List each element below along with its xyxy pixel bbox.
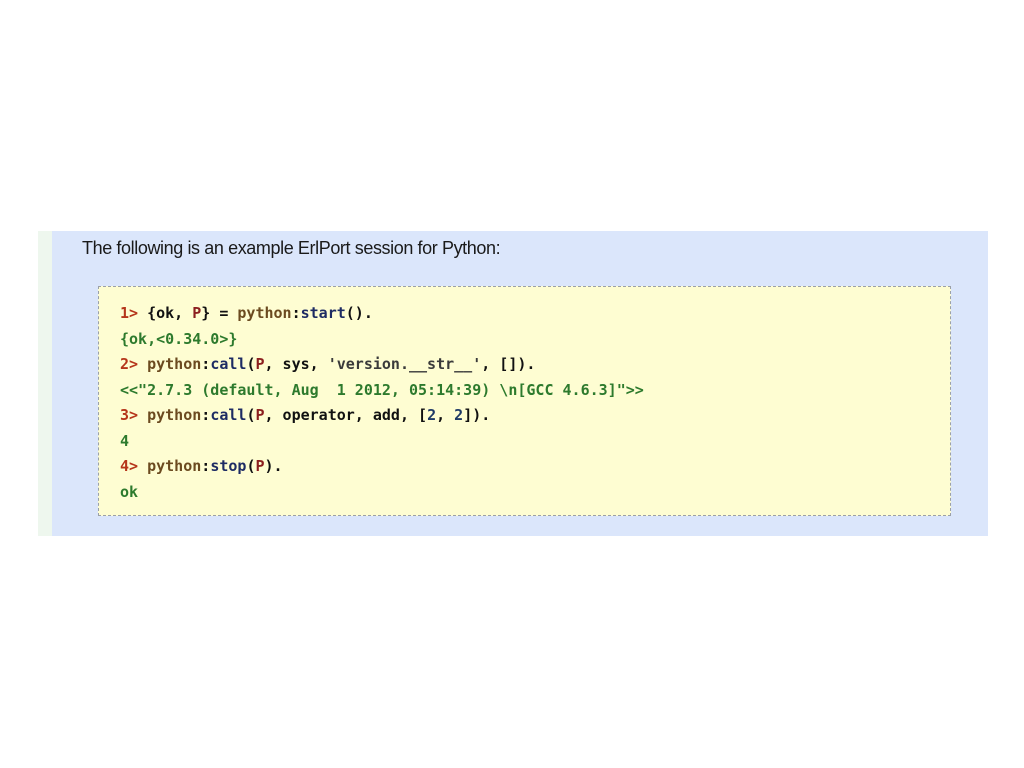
code-token: (). xyxy=(345,304,373,322)
code-token: , []). xyxy=(481,355,536,373)
code-block: 1> {ok, P} = python:start(). {ok,<0.34.0… xyxy=(98,286,951,516)
code-line-4: 4> python:stop(P). xyxy=(120,457,283,475)
code-line-2: 2> python:call(P, sys, 'version.__str__'… xyxy=(120,355,535,373)
code-token: python xyxy=(147,457,202,475)
code-token: , sys, xyxy=(264,355,328,373)
code-token: start xyxy=(300,304,346,322)
code-token: call xyxy=(210,355,247,373)
panel-left-edge xyxy=(38,231,52,536)
prompt: 3> xyxy=(120,406,139,424)
code-token: : xyxy=(201,457,211,475)
code-token: 2 xyxy=(454,406,464,424)
code-token: ). xyxy=(264,457,283,475)
code-token: } = xyxy=(201,304,238,322)
output-line-1: {ok,<0.34.0>} xyxy=(120,330,238,348)
prompt: 4> xyxy=(120,457,139,475)
code-token: call xyxy=(210,406,247,424)
code-token: , xyxy=(436,406,455,424)
output-line-3: 4 xyxy=(120,432,130,450)
code-token: P xyxy=(255,457,265,475)
code-token: ]). xyxy=(463,406,491,424)
code-token: : xyxy=(201,355,211,373)
output-line-4: ok xyxy=(120,483,139,501)
code-token: 2 xyxy=(427,406,437,424)
code-line-3: 3> python:call(P, operator, add, [2, 2])… xyxy=(120,406,490,424)
output-line-2: <<"2.7.3 (default, Aug 1 2012, 05:14:39)… xyxy=(120,381,644,399)
code-token: stop xyxy=(210,457,247,475)
code-token: python xyxy=(237,304,292,322)
code-line-1: 1> {ok, P} = python:start(). xyxy=(120,304,373,322)
code-token: {ok, xyxy=(147,304,193,322)
code-token: : xyxy=(201,406,211,424)
prompt: 2> xyxy=(120,355,139,373)
code-token: 'version.__str__' xyxy=(327,355,482,373)
intro-text: The following is an example ErlPort sess… xyxy=(82,238,501,258)
code-token: , operator, add, [ xyxy=(264,406,428,424)
code-token: P xyxy=(255,355,265,373)
code-token: python xyxy=(147,355,202,373)
code-token: P xyxy=(255,406,265,424)
code-token: : xyxy=(291,304,301,322)
code-token: python xyxy=(147,406,202,424)
code-token: P xyxy=(192,304,202,322)
prompt: 1> xyxy=(120,304,139,322)
